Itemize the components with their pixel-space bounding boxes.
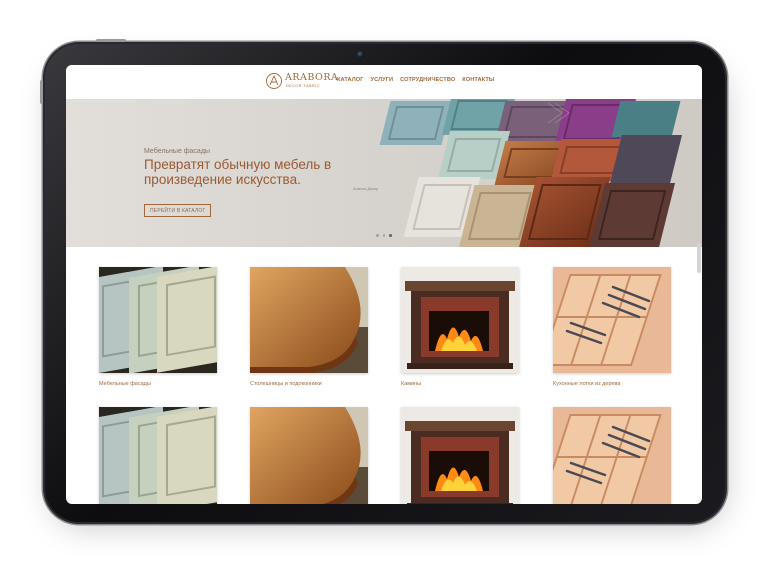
furniture-facades-image — [99, 267, 217, 373]
slider-dot[interactable] — [382, 234, 385, 237]
product-image — [553, 267, 671, 373]
hero-banner: Мебельные фасады Превратят обычную мебел… — [66, 99, 702, 247]
logo-subtext: DECOR FABRIC — [286, 84, 321, 88]
go-to-catalog-button[interactable]: ПЕРЕЙТИ В КАТАЛОГ — [144, 204, 212, 217]
fireplace-image — [401, 267, 519, 373]
nav-contacts[interactable]: КОНТАКТЫ — [462, 77, 494, 83]
product-image — [250, 407, 368, 504]
nav-cooperation[interactable]: СОТРУДНИЧЕСТВО — [400, 77, 455, 83]
browser-viewport: ARABORA DECOR FABRIC КАТАЛОГ УСЛУГИ СОТР… — [66, 65, 702, 504]
slider-dot[interactable] — [376, 234, 379, 237]
fireplace-image — [401, 407, 519, 504]
product-label[interactable]: Столешницы и подоконники — [250, 381, 322, 387]
logo-monogram-icon — [266, 73, 282, 89]
main-nav: КАТАЛОГ УСЛУГИ СОТРУДНИЧЕСТВО КОНТАКТЫ — [337, 77, 494, 83]
product-image — [99, 407, 217, 504]
site-logo[interactable]: ARABORA DECOR FABRIC — [265, 72, 338, 92]
product-label[interactable]: Мебельные фасады — [99, 381, 151, 387]
nav-services[interactable]: УСЛУГИ — [371, 77, 394, 83]
product-image — [401, 407, 519, 504]
wooden-countertop-image — [250, 267, 368, 373]
product-image — [250, 267, 368, 373]
site-header: ARABORA DECOR FABRIC КАТАЛОГ УСЛУГИ СОТР… — [66, 65, 702, 99]
nav-catalog[interactable]: КАТАЛОГ — [337, 77, 364, 83]
logo-text: ARABORA — [285, 72, 339, 83]
product-image — [401, 267, 519, 373]
hero-eyebrow: Мебельные фасады — [144, 148, 210, 155]
product-image — [553, 407, 671, 504]
hero-image-caption: Arabora Декор — [353, 187, 379, 191]
scrollbar[interactable] — [697, 243, 701, 273]
wooden-cutlery-tray-image — [553, 407, 671, 504]
wooden-countertop-image — [250, 407, 368, 504]
product-label[interactable]: Камины — [401, 381, 421, 387]
front-camera-icon — [357, 51, 364, 58]
wooden-cutlery-tray-image — [553, 267, 671, 373]
product-label[interactable]: Кухонные лотки из дерева — [553, 381, 620, 387]
slider-dots — [376, 234, 392, 237]
hero-title: Превратят обычную мебель в произведение … — [144, 157, 332, 187]
volume-button — [40, 80, 43, 104]
slider-dot-active[interactable] — [389, 234, 392, 237]
product-image — [99, 267, 217, 373]
power-button — [96, 39, 126, 42]
furniture-facades-image — [99, 407, 217, 504]
